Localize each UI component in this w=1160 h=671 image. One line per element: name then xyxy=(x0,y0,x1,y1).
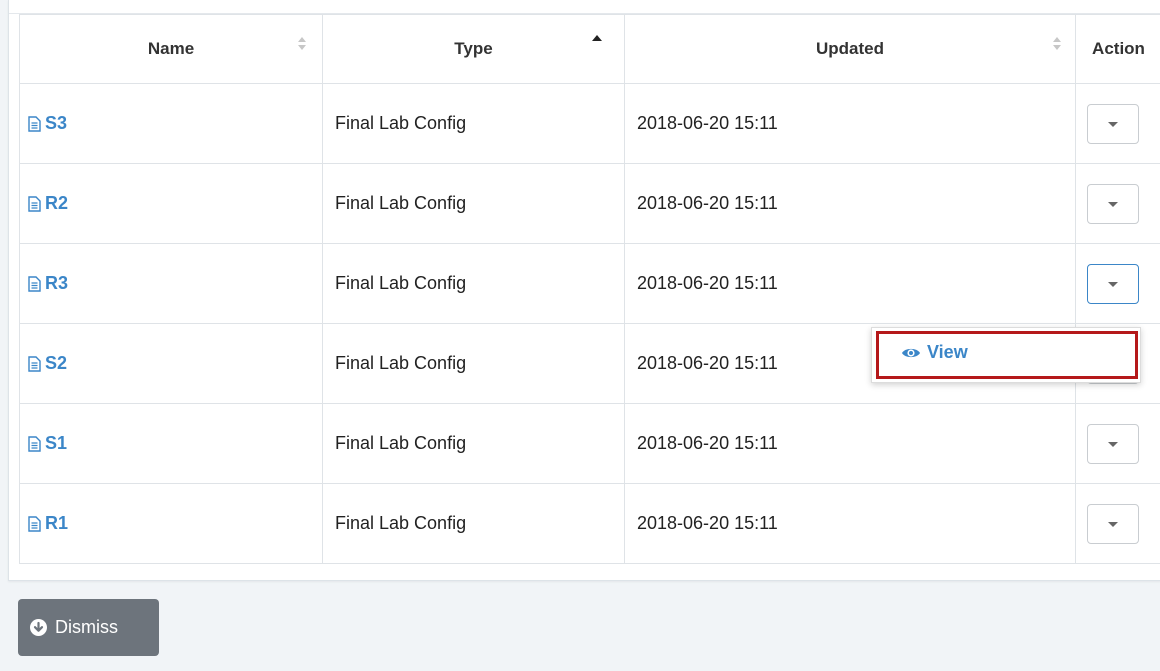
document-icon xyxy=(28,355,41,372)
view-menu-item[interactable]: View xyxy=(876,331,1138,379)
sort-ascending-icon xyxy=(592,35,602,41)
column-header-action-label: Action xyxy=(1092,39,1145,58)
config-name: S1 xyxy=(45,433,68,453)
action-cell xyxy=(1075,403,1160,484)
name-cell: R1 xyxy=(19,483,323,564)
table-row: R1 Final Lab Config 2018-06-20 15:11 xyxy=(19,483,1160,564)
config-link[interactable]: R2 xyxy=(28,193,322,214)
type-cell: Final Lab Config xyxy=(322,403,625,484)
name-cell: S1 xyxy=(19,403,323,484)
panel-header-strip xyxy=(9,0,1160,14)
caret-down-icon xyxy=(1108,522,1118,527)
config-name: S2 xyxy=(45,353,68,373)
updated-cell: 2018-06-20 15:11 xyxy=(624,163,1076,244)
config-table: Name Type Updated Action S3 Final Lab Co… xyxy=(19,14,1160,564)
type-cell: Final Lab Config xyxy=(322,83,625,164)
config-link[interactable]: R3 xyxy=(28,273,322,294)
action-dropdown-button[interactable] xyxy=(1087,104,1139,144)
column-header-updated[interactable]: Updated xyxy=(624,14,1076,84)
table-row: R2 Final Lab Config 2018-06-20 15:11 xyxy=(19,163,1160,244)
name-cell: R3 xyxy=(19,243,323,324)
updated-cell: 2018-06-20 15:11 xyxy=(624,483,1076,564)
column-header-type-label: Type xyxy=(454,39,493,58)
caret-down-icon xyxy=(1108,442,1118,447)
caret-down-icon xyxy=(1108,282,1118,287)
config-name: R2 xyxy=(45,193,69,213)
action-dropdown-button[interactable] xyxy=(1087,504,1139,544)
document-icon xyxy=(28,275,41,292)
sort-both-icon xyxy=(297,37,307,53)
config-link[interactable]: S2 xyxy=(28,353,322,374)
view-label: View xyxy=(927,342,968,362)
action-cell xyxy=(1075,83,1160,164)
results-panel: Name Type Updated Action S3 Final Lab Co… xyxy=(8,0,1160,581)
updated-cell: 2018-06-20 15:11 xyxy=(624,403,1076,484)
sort-both-icon xyxy=(1052,37,1062,53)
action-dropdown-button[interactable] xyxy=(1087,184,1139,224)
eye-icon xyxy=(902,348,920,358)
column-header-name-label: Name xyxy=(147,39,195,58)
table-row: S1 Final Lab Config 2018-06-20 15:11 xyxy=(19,403,1160,484)
document-icon xyxy=(28,195,41,212)
dismiss-label: Dismiss xyxy=(55,617,118,637)
action-dropdown-menu: View xyxy=(871,327,1141,383)
name-cell: R2 xyxy=(19,163,323,244)
type-cell: Final Lab Config xyxy=(322,483,625,564)
config-link[interactable]: R1 xyxy=(28,513,322,534)
column-header-name[interactable]: Name xyxy=(19,14,323,84)
updated-cell: 2018-06-20 15:11 xyxy=(624,243,1076,324)
table-row: S3 Final Lab Config 2018-06-20 15:11 xyxy=(19,83,1160,164)
caret-down-icon xyxy=(1108,122,1118,127)
column-header-type[interactable]: Type xyxy=(322,14,625,84)
action-dropdown-button[interactable] xyxy=(1087,424,1139,464)
type-cell: Final Lab Config xyxy=(322,323,625,404)
config-link[interactable]: S1 xyxy=(28,433,322,454)
action-cell xyxy=(1075,483,1160,564)
updated-cell: 2018-06-20 15:11 xyxy=(624,83,1076,164)
action-cell xyxy=(1075,163,1160,244)
column-header-action: Action xyxy=(1075,14,1160,84)
config-link[interactable]: S3 xyxy=(28,113,322,134)
column-header-updated-label: Updated xyxy=(816,39,884,58)
document-icon xyxy=(28,435,41,452)
config-name: R3 xyxy=(45,273,69,293)
caret-down-icon xyxy=(1108,202,1118,207)
table-header-row: Name Type Updated Action xyxy=(19,14,1160,84)
action-cell xyxy=(1075,243,1160,324)
arrow-circle-down-icon xyxy=(30,619,47,636)
name-cell: S3 xyxy=(19,83,323,164)
config-name: R1 xyxy=(45,513,69,533)
document-icon xyxy=(28,515,41,532)
dismiss-button[interactable]: Dismiss xyxy=(18,599,159,656)
action-dropdown-button-open[interactable] xyxy=(1087,264,1139,304)
name-cell: S2 xyxy=(19,323,323,404)
type-cell: Final Lab Config xyxy=(322,163,625,244)
document-icon xyxy=(28,115,41,132)
config-name: S3 xyxy=(45,113,68,133)
type-cell: Final Lab Config xyxy=(322,243,625,324)
table-row: R3 Final Lab Config 2018-06-20 15:11 xyxy=(19,243,1160,324)
